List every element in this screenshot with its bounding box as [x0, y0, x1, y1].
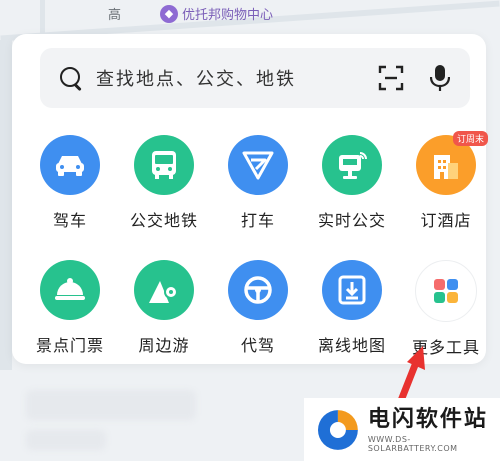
hotel-icon: 订周末: [416, 131, 488, 195]
more-tools-icon: [415, 260, 477, 322]
tool-label: 打车: [240, 211, 275, 230]
car-icon: [40, 135, 100, 195]
tool-bus-subway[interactable]: 公交地铁: [116, 135, 212, 231]
tool-taxi[interactable]: 打车: [210, 135, 306, 231]
tool-nearby-trip[interactable]: 周边游: [116, 260, 212, 356]
tool-drive[interactable]: 驾车: [22, 135, 118, 231]
watermark-title: 电闪软件站: [367, 406, 488, 432]
watermark: 电闪软件站 WWW.DS-SOLARBATTERY.COM: [304, 398, 500, 461]
realtime-bus-icon: [322, 135, 382, 195]
tool-label: 驾车: [52, 211, 87, 230]
tool-label: 实时公交: [317, 211, 386, 230]
tool-label: 景点门票: [35, 336, 104, 355]
steering-wheel-icon: [228, 260, 288, 320]
poi-name: 优托邦购物中心: [182, 8, 274, 23]
bus-icon: [134, 135, 194, 195]
blurred-content: [26, 390, 196, 420]
watermark-subtitle: WWW.DS-SOLARBATTERY.COM: [367, 434, 458, 453]
tools-panel: 查找地点、公交、地铁 驾车 公交地铁 打车 实时公交 订周末 订酒店 景点门票 …: [12, 34, 488, 364]
blurred-content: [26, 430, 106, 450]
weekend-badge: 订周末: [452, 131, 488, 146]
nearby-trip-icon: [134, 260, 194, 320]
map-poi[interactable]: ◆ 优托邦购物中心: [160, 4, 273, 23]
watermark-logo: [317, 409, 358, 450]
tool-label: 周边游: [138, 336, 190, 355]
tools-grid: 驾车 公交地铁 打车 实时公交 订周末 订酒店 景点门票 周边游 代驾 离线地图…: [12, 34, 488, 364]
map-road: [0, 40, 12, 370]
tool-label: 公交地铁: [129, 211, 198, 230]
tool-hotel[interactable]: 订周末 订酒店: [398, 131, 494, 231]
tool-realtime-bus[interactable]: 实时公交: [304, 135, 400, 231]
tool-scenic-tickets[interactable]: 景点门票: [22, 260, 118, 356]
scenic-icon: [40, 260, 100, 320]
tool-label: 离线地图: [317, 336, 386, 355]
shopping-bag-icon: ◆: [160, 4, 178, 23]
map-label: 高: [108, 8, 122, 23]
taxi-icon: [228, 135, 288, 195]
offline-map-icon: [322, 260, 382, 320]
tool-label: 订酒店: [420, 211, 472, 230]
tool-label: 代驾: [240, 336, 275, 355]
tool-designated-driver[interactable]: 代驾: [210, 260, 306, 356]
